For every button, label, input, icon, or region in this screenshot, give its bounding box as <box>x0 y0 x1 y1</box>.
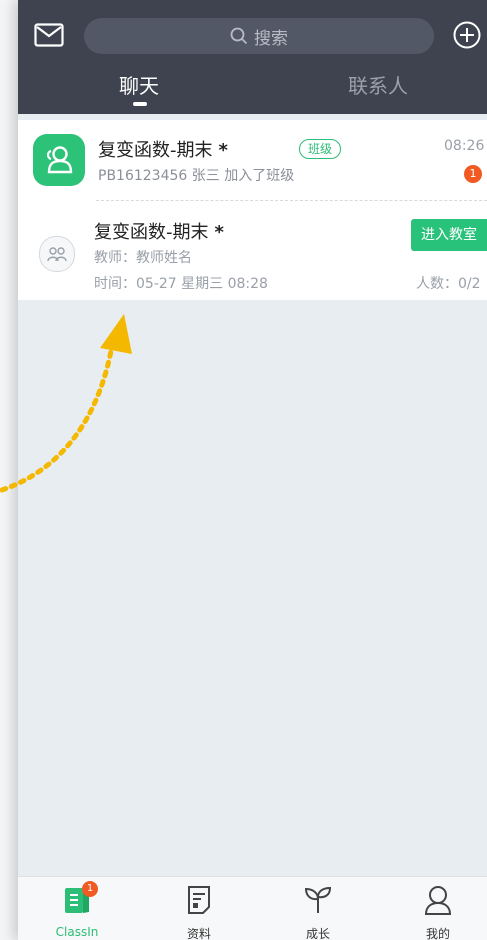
annotation-arrow <box>0 314 132 493</box>
user-icon <box>424 886 452 915</box>
tab-growth[interactable]: 成长 <box>278 883 358 940</box>
mail-icon <box>34 23 64 47</box>
document-icon <box>188 886 210 914</box>
add-button[interactable] <box>452 20 482 50</box>
star-mark: * <box>214 222 224 243</box>
tab-contacts[interactable]: 联系人 <box>348 70 408 99</box>
tab-label: 成长 <box>305 927 330 940</box>
sprout-icon <box>304 886 332 913</box>
conversation-list: 复变函数-期末 * 班级 PB16123456 张三 加入了班级 08:26 1 … <box>18 120 487 300</box>
teacher-name: 教师：教师姓名 <box>94 250 192 266</box>
tab-label: 我的 <box>425 927 450 940</box>
tab-badge: 1 <box>82 881 98 897</box>
bottom-tab-bar: 1 ClassIn 资料 成长 我的 <box>18 876 487 940</box>
classroom-title: 复变函数-期末 * <box>94 218 224 244</box>
list-item-class-group[interactable]: 复变函数-期末 * 班级 PB16123456 张三 加入了班级 08:26 1 <box>18 120 487 200</box>
people-icon <box>47 247 67 262</box>
tab-classin[interactable]: 1 ClassIn <box>37 881 117 939</box>
list-item-classroom[interactable]: 复变函数-期末 * 教师：教师姓名 时间：05-27 星期三 08:28 进入教室… <box>18 202 487 300</box>
tab-chat[interactable]: 聊天 <box>119 70 159 99</box>
tab-indicator <box>133 102 147 106</box>
search-bar[interactable]: 搜索 <box>84 18 434 54</box>
title-text: 复变函数-期末 <box>98 140 213 161</box>
class-time: 时间：05-27 星期三 08:28 <box>94 276 268 292</box>
classroom-avatar <box>39 236 75 272</box>
group-users-icon <box>46 146 73 174</box>
divider <box>96 200 487 201</box>
unread-badge: 1 <box>464 165 482 183</box>
arrow-head <box>100 314 132 354</box>
title-text: 复变函数-期末 <box>94 222 209 243</box>
tab-label: 资料 <box>186 927 211 940</box>
tab-profile[interactable]: 我的 <box>398 883 478 940</box>
star-mark: * <box>218 140 228 161</box>
plus-circle-icon <box>453 21 481 49</box>
search-placeholder: 搜索 <box>254 28 288 49</box>
class-tag: 班级 <box>299 139 342 159</box>
top-bar: 搜索 聊天 联系人 <box>18 0 487 114</box>
group-avatar <box>33 134 85 186</box>
tab-documents[interactable]: 资料 <box>159 883 239 940</box>
conversation-title: 复变函数-期末 * <box>98 136 228 162</box>
attendee-count: 人数：0/2 <box>416 276 481 292</box>
last-message: PB16123456 张三 加入了班级 <box>98 168 295 184</box>
mail-button[interactable] <box>32 20 66 50</box>
tab-label: ClassIn <box>55 925 99 939</box>
enter-classroom-button[interactable]: 进入教室 <box>411 219 487 251</box>
search-icon <box>230 27 248 45</box>
message-time: 08:26 <box>444 138 485 154</box>
